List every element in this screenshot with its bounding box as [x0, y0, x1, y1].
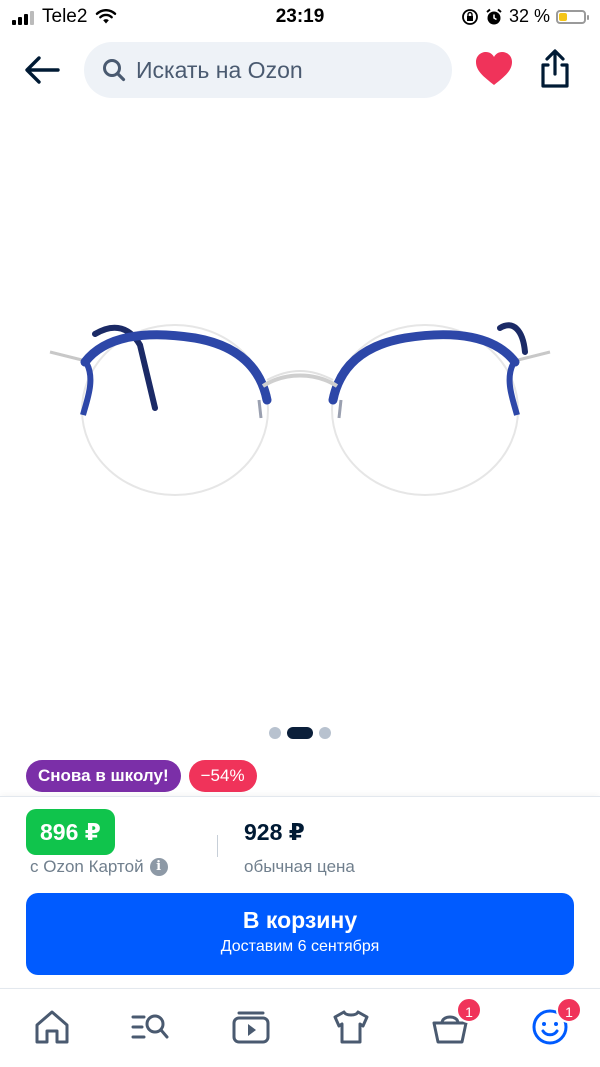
- regular-price: 928 ₽: [244, 819, 305, 845]
- heart-icon: [476, 52, 512, 85]
- product-image[interactable]: [45, 290, 555, 510]
- gallery-dot[interactable]: [319, 727, 331, 739]
- status-bar: Tele2 23:19 32 %: [0, 0, 600, 34]
- gallery-pagination[interactable]: [0, 727, 600, 739]
- ozon-card-label: с Ozon Картой i: [30, 857, 168, 877]
- battery-percent: 32 %: [508, 6, 550, 26]
- alarm-icon: [486, 8, 502, 24]
- back-arrow-icon: [25, 56, 60, 84]
- promo-tag-school[interactable]: Снова в школу!: [26, 760, 181, 792]
- price-panel: 896 ₽ с Ozon Картой i 928 ₽ обычная цена…: [0, 796, 600, 987]
- info-icon[interactable]: i: [149, 858, 168, 876]
- gallery-dot[interactable]: [269, 727, 281, 739]
- nav-video[interactable]: [231, 1007, 271, 1047]
- favorite-button[interactable]: [474, 50, 514, 88]
- profile-badge: 1: [556, 997, 582, 1023]
- price-divider: [217, 835, 218, 857]
- video-icon: [232, 1011, 270, 1044]
- top-bar: Искать на Ozon: [0, 40, 600, 102]
- nav-home[interactable]: [32, 1007, 72, 1047]
- discount-badge: −54%: [188, 760, 257, 792]
- search-icon: [103, 59, 126, 82]
- delivery-date-label: Доставим 6 сентября: [220, 938, 380, 955]
- nav-catalog[interactable]: [130, 1007, 170, 1047]
- share-icon: [541, 49, 569, 88]
- ozon-card-price: 896 ₽: [26, 809, 115, 855]
- ozon-card-label-text: с Ozon Картой: [30, 857, 144, 876]
- search-placeholder: Искать на Ozon: [136, 56, 303, 83]
- promo-tags: Снова в школу! −54%: [26, 760, 257, 792]
- battery-icon: [556, 9, 589, 24]
- cart-badge: 1: [456, 997, 482, 1023]
- nav-fresh[interactable]: [331, 1007, 371, 1047]
- catalog-search-icon: [131, 1014, 169, 1039]
- bottom-navigation: 1 1: [0, 988, 600, 1067]
- share-button[interactable]: [536, 48, 574, 90]
- nav-cart[interactable]: 1: [430, 997, 482, 1047]
- regular-price-label: обычная цена: [244, 857, 355, 876]
- add-to-cart-button[interactable]: В корзину Доставим 6 сентября: [26, 893, 574, 975]
- tshirt-icon: [333, 1010, 369, 1044]
- nav-profile[interactable]: 1: [530, 997, 582, 1047]
- search-input[interactable]: Искать на Ozon: [84, 42, 452, 98]
- orientation-lock-icon: [462, 8, 478, 25]
- gallery-dot[interactable]: [287, 727, 313, 739]
- home-icon: [35, 1010, 69, 1044]
- add-to-cart-label: В корзину: [242, 907, 358, 933]
- back-button[interactable]: [22, 52, 62, 88]
